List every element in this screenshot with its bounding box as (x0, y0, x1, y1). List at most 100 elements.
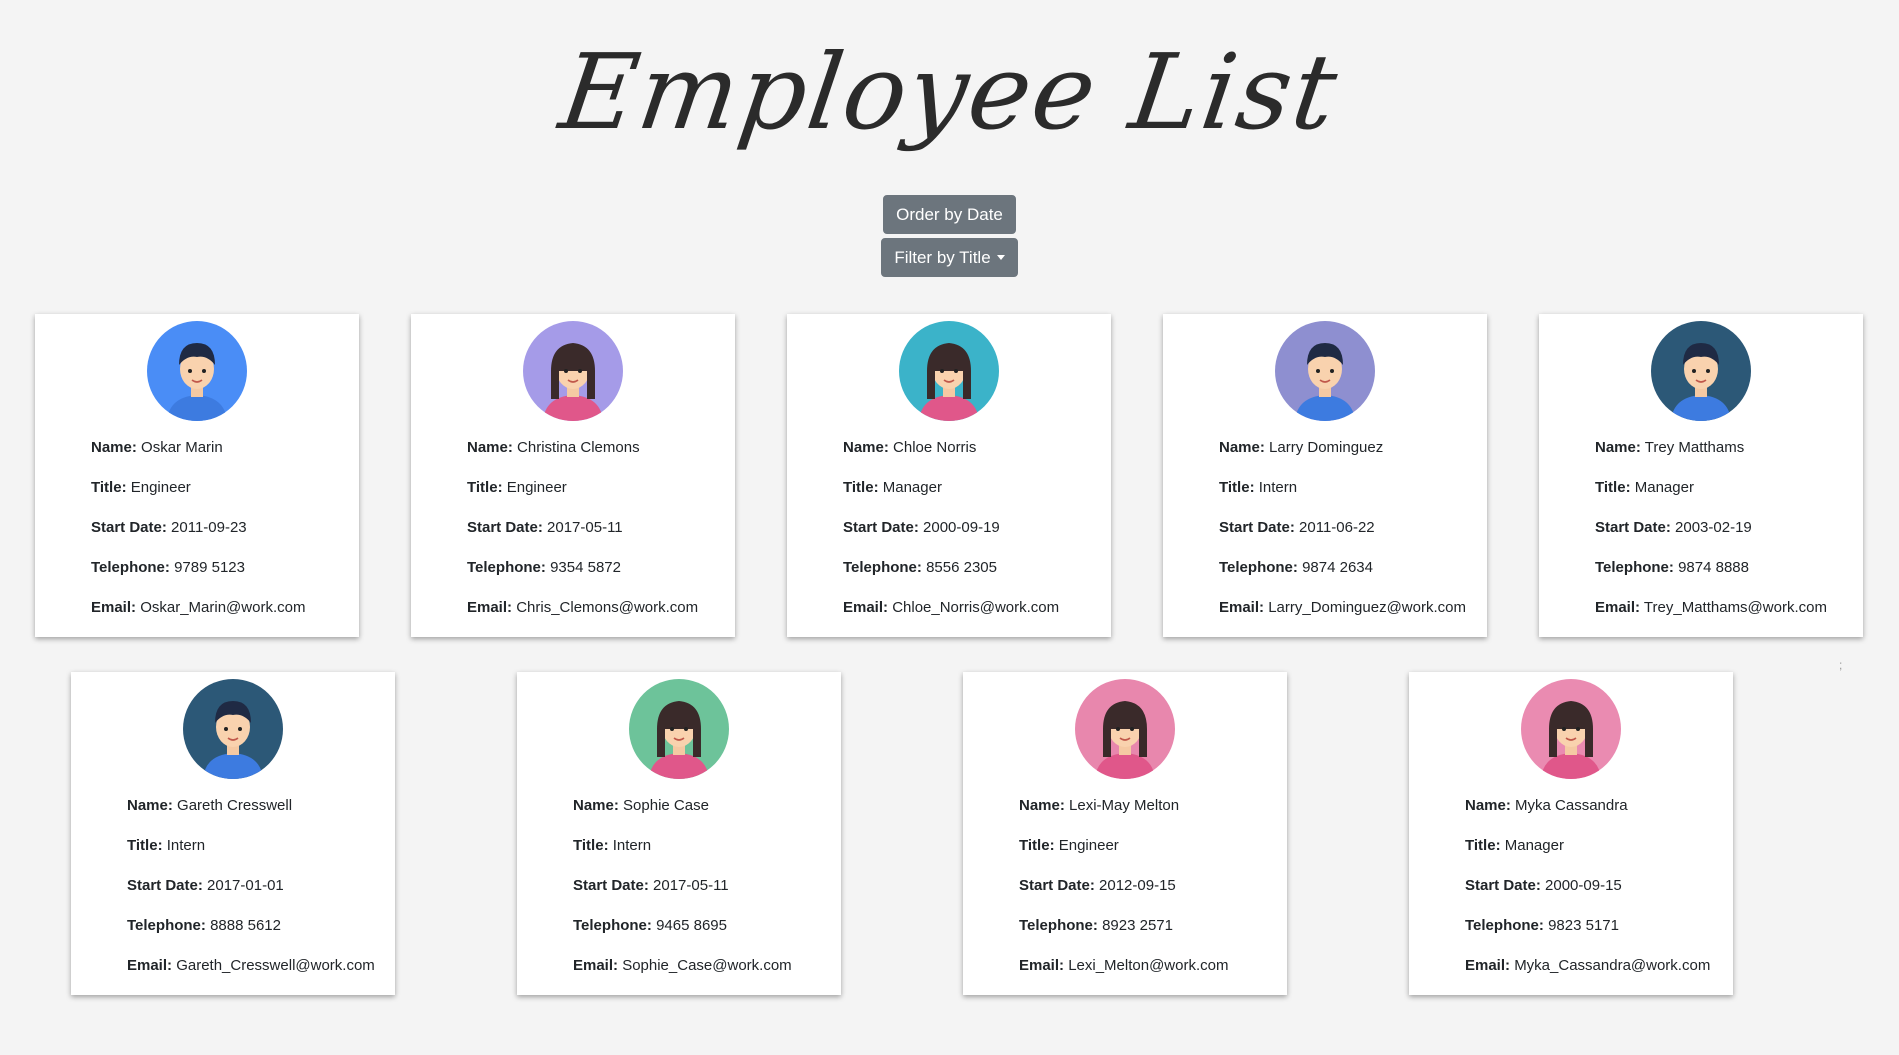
name-row: Name: Oskar Marin (91, 439, 353, 479)
employee-name: Christina Clemons (517, 439, 640, 456)
employee-name: Chloe Norris (893, 439, 977, 456)
name-row: Name: Chloe Norris (843, 439, 1105, 479)
employee-telephone: 8888 5612 (210, 917, 281, 934)
employee-info: Name: Myka Cassandra Title: Manager Start … (1465, 797, 1727, 997)
email-label: Email: (467, 599, 513, 616)
employee-email: Lexi_Melton@work.com (1068, 957, 1229, 974)
employee-start-date: 2011-09-23 (171, 519, 247, 536)
title-label: Title: (573, 837, 609, 854)
email-label: Email: (127, 957, 173, 974)
employee-start-date: 2017-05-11 (653, 877, 729, 894)
telephone-row: Telephone: 8923 2571 (1019, 917, 1281, 957)
title-row: Title: Engineer (1019, 837, 1281, 877)
name-row: Name: Gareth Cresswell (127, 797, 389, 837)
title-row: Title: Engineer (467, 479, 729, 519)
title-label: Title: (1219, 479, 1255, 496)
name-label: Name: (1219, 439, 1265, 456)
order-by-date-button[interactable]: Order by Date (883, 195, 1016, 234)
email-row: Email: Oskar_Marin@work.com (91, 599, 353, 639)
male-avatar-icon (1275, 321, 1375, 421)
title-row: Title: Intern (573, 837, 835, 877)
employee-title: Engineer (506, 479, 567, 496)
employee-telephone: 9465 8695 (656, 917, 727, 934)
email-label: Email: (91, 599, 137, 616)
name-label: Name: (127, 797, 173, 814)
employee-card: Name: Sophie Case Title: Intern Start Date… (517, 672, 841, 995)
start-date-label: Start Date: (843, 519, 919, 536)
start-date-label: Start Date: (1019, 877, 1095, 894)
telephone-label: Telephone: (467, 559, 546, 576)
start-date-row: Start Date: 2000-09-15 (1465, 877, 1727, 917)
telephone-row: Telephone: 9823 5171 (1465, 917, 1727, 957)
title-row: Title: Intern (1219, 479, 1481, 519)
start-date-label: Start Date: (127, 877, 203, 894)
employee-start-date: 2003-02-19 (1675, 519, 1752, 536)
employee-info: Name: Trey Matthams Title: Manager Start D… (1595, 439, 1857, 639)
telephone-row: Telephone: 8556 2305 (843, 559, 1105, 599)
title-label: Title: (127, 837, 163, 854)
email-row: Email: Sophie_Case@work.com (573, 957, 835, 997)
employee-title: Manager (1504, 837, 1564, 854)
name-row: Name: Myka Cassandra (1465, 797, 1727, 837)
male-avatar-icon (147, 321, 247, 421)
email-row: Email: Chloe_Norris@work.com (843, 599, 1105, 639)
page: Employee List Order by Date Filter by Ti… (0, 0, 1899, 1055)
employee-name: Lexi-May Melton (1069, 797, 1180, 814)
name-row: Name: Trey Matthams (1595, 439, 1857, 479)
email-row: Email: Gareth_Cresswell@work.com (127, 957, 389, 997)
telephone-label: Telephone: (1465, 917, 1544, 934)
employee-telephone: 9874 8888 (1678, 559, 1749, 576)
employee-title: Engineer (130, 479, 191, 496)
start-date-row: Start Date: 2003-02-19 (1595, 519, 1857, 559)
employee-title: Intern (1258, 479, 1298, 496)
title-row: Title: Manager (843, 479, 1105, 519)
employee-telephone: 9789 5123 (174, 559, 245, 576)
telephone-row: Telephone: 9874 2634 (1219, 559, 1481, 599)
start-date-label: Start Date: (91, 519, 167, 536)
employee-card: Name: Myka Cassandra Title: Manager Start … (1409, 672, 1733, 995)
employee-card: Name: Lexi-May Melton Title: Engineer Star… (963, 672, 1287, 995)
employee-title: Manager (1634, 479, 1694, 496)
employee-name: Trey Matthams (1644, 439, 1745, 456)
employee-card: Name: Chloe Norris Title: Manager Start Da… (787, 314, 1111, 637)
employee-card: Name: Christina Clemons Title: Engineer St… (411, 314, 735, 637)
employee-info: Name: Christina Clemons Title: Engineer St… (467, 439, 729, 639)
filter-by-title-button[interactable]: Filter by Title (881, 238, 1018, 277)
email-row: Email: Trey_Matthams@work.com (1595, 599, 1857, 639)
start-date-row: Start Date: 2011-06-22 (1219, 519, 1481, 559)
telephone-label: Telephone: (91, 559, 170, 576)
email-row: Email: Lexi_Melton@work.com (1019, 957, 1281, 997)
telephone-label: Telephone: (573, 917, 652, 934)
employee-telephone: 8556 2305 (926, 559, 997, 576)
email-label: Email: (1019, 957, 1065, 974)
female-avatar-icon (1075, 679, 1175, 779)
employee-telephone: 8923 2571 (1102, 917, 1173, 934)
title-label: Title: (467, 479, 503, 496)
employee-email: Chloe_Norris@work.com (892, 599, 1060, 616)
employee-email: Chris_Clemons@work.com (516, 599, 699, 616)
telephone-row: Telephone: 8888 5612 (127, 917, 389, 957)
employee-title: Intern (612, 837, 652, 854)
employee-email: Sophie_Case@work.com (622, 957, 792, 974)
employee-email: Gareth_Cresswell@work.com (176, 957, 375, 974)
employee-card: Name: Oskar Marin Title: Engineer Start Da… (35, 314, 359, 637)
title-row: Title: Intern (127, 837, 389, 877)
name-label: Name: (573, 797, 619, 814)
name-label: Name: (91, 439, 137, 456)
employee-info: Name: Gareth Cresswell Title: Intern Start… (127, 797, 389, 997)
start-date-label: Start Date: (1595, 519, 1671, 536)
title-label: Title: (1595, 479, 1631, 496)
employee-info: Name: Larry Dominguez Title: Intern Start … (1219, 439, 1481, 639)
employee-email: Larry_Dominguez@work.com (1268, 599, 1466, 616)
employee-info: Name: Lexi-May Melton Title: Engineer Star… (1019, 797, 1281, 997)
telephone-label: Telephone: (843, 559, 922, 576)
email-row: Email: Larry_Dominguez@work.com (1219, 599, 1481, 639)
title-label: Title: (91, 479, 127, 496)
stray-mark: ; (1839, 658, 1843, 672)
employee-card: Name: Gareth Cresswell Title: Intern Start… (71, 672, 395, 995)
name-row: Name: Larry Dominguez (1219, 439, 1481, 479)
start-date-row: Start Date: 2017-01-01 (127, 877, 389, 917)
email-label: Email: (843, 599, 889, 616)
employee-card: Name: Larry Dominguez Title: Intern Start … (1163, 314, 1487, 637)
start-date-label: Start Date: (573, 877, 649, 894)
